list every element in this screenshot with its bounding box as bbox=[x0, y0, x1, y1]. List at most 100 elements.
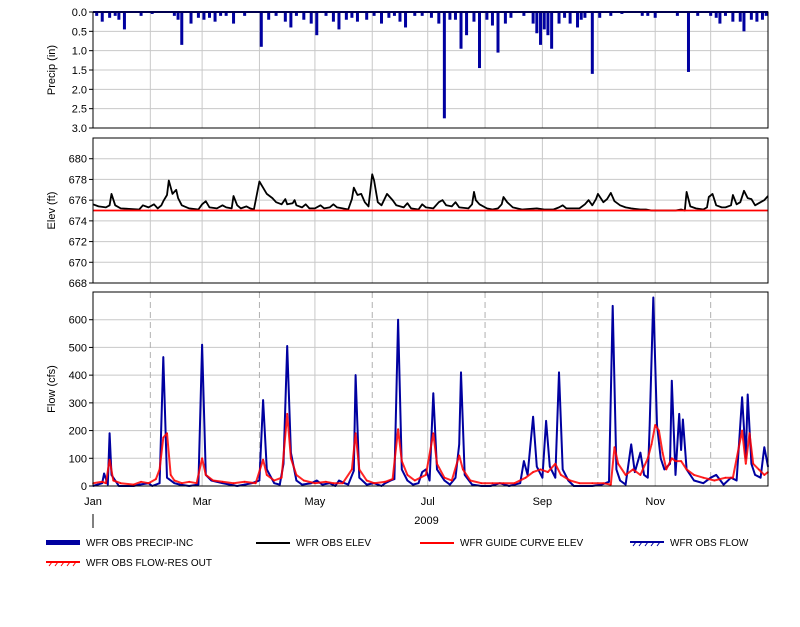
precip-series-0-bar bbox=[496, 12, 500, 53]
precip-series-0-bar bbox=[267, 12, 271, 20]
flow-series-1-point bbox=[578, 482, 581, 485]
flow-series-1-point bbox=[314, 482, 316, 485]
flow-series-0-point bbox=[652, 296, 655, 299]
flow-series-1-point bbox=[674, 460, 677, 462]
flow-series-0-point bbox=[273, 482, 276, 485]
flow-series-1-point bbox=[763, 474, 766, 476]
flow-series-1-point bbox=[671, 457, 673, 460]
flow-series-0-point bbox=[663, 468, 666, 471]
flow-series-0-point bbox=[354, 374, 357, 376]
flow-series-1-point bbox=[401, 460, 403, 462]
precip-series-0-bar bbox=[108, 12, 112, 18]
flow-series-1-point bbox=[101, 481, 103, 483]
flow-series-0-point bbox=[365, 483, 368, 486]
flow-series-0-point bbox=[432, 392, 435, 395]
flow-series-1-point bbox=[617, 463, 619, 465]
flow-series-1-point bbox=[451, 479, 453, 482]
precip-series-0-bar bbox=[590, 12, 594, 74]
precip-series-0-bar bbox=[413, 12, 417, 16]
flow-ytick-label: 600 bbox=[69, 315, 87, 327]
elev-ytick-label: 672 bbox=[69, 237, 87, 249]
flow-series-0-point bbox=[321, 483, 324, 486]
flow-series-0-point bbox=[549, 465, 551, 468]
precip-series-0-bar bbox=[259, 12, 263, 47]
flow-series-1-point bbox=[262, 458, 264, 461]
flow-series-0-point bbox=[678, 413, 680, 415]
precip-series-0-bar bbox=[478, 12, 482, 69]
elev-ytick-label: 670 bbox=[69, 257, 87, 269]
flow-series-1-point bbox=[162, 436, 165, 439]
flow-series-1-point bbox=[195, 482, 198, 485]
legend-swatch-precip-icon bbox=[46, 538, 80, 548]
legend-item-resout: WFR OBS FLOW-RES OUT bbox=[46, 556, 212, 570]
flow-series-1-point bbox=[188, 481, 190, 483]
flow-series-1-point bbox=[280, 476, 283, 479]
flow-series-0-point bbox=[659, 457, 662, 460]
elev-ytick-label: 678 bbox=[69, 174, 87, 186]
flow-series-0-point bbox=[158, 482, 161, 485]
flow-series-1-point bbox=[341, 482, 344, 485]
precip-series-0-bar bbox=[224, 12, 228, 16]
flow-series-0-point bbox=[735, 479, 738, 482]
flow-series-1-point bbox=[502, 482, 505, 485]
flow-series-0-point bbox=[619, 479, 621, 482]
flow-series-0-point bbox=[417, 482, 420, 485]
flow-series-0-point bbox=[262, 399, 264, 401]
flow-series-0-point bbox=[443, 479, 446, 482]
flow-series-0-point bbox=[674, 474, 677, 476]
precip-series-0-bar bbox=[117, 12, 121, 20]
flow-series-1-point bbox=[554, 463, 557, 465]
flow-series-1-point bbox=[351, 468, 353, 471]
flow-series-1-point bbox=[166, 432, 168, 435]
x-month-label: Jan bbox=[84, 496, 102, 508]
flow-series-0-point bbox=[523, 460, 525, 462]
precip-series-0-bar bbox=[646, 12, 650, 16]
elev-ytick-label: 676 bbox=[69, 195, 87, 207]
precip-ytick-label: 0.0 bbox=[72, 7, 87, 19]
x-month-label: May bbox=[305, 496, 326, 508]
flow-series-1-point bbox=[632, 468, 634, 471]
flow-series-0-point bbox=[421, 471, 424, 473]
legend: WFR OBS PRECIP-INC WFR OBS ELEV WFR GUID… bbox=[46, 536, 786, 576]
precip-series-0-bar bbox=[749, 12, 753, 20]
flow-series-1-point bbox=[406, 474, 409, 476]
elev-ytick-label: 680 bbox=[69, 154, 87, 166]
legend-label-precip: WFR OBS PRECIP-INC bbox=[86, 537, 194, 549]
precip-series-0-bar bbox=[437, 12, 441, 24]
flow-series-1-point bbox=[290, 457, 292, 460]
flow-ytick-label: 400 bbox=[69, 370, 87, 382]
flow-series-1-point bbox=[547, 471, 549, 473]
flow-series-1-point bbox=[560, 474, 562, 476]
flow-series-0-point bbox=[353, 470, 355, 472]
flow-series-1-point bbox=[243, 481, 246, 483]
flow-series-0-point bbox=[162, 356, 165, 358]
precip-series-0-bar bbox=[522, 12, 526, 16]
precip-series-0-bar bbox=[579, 12, 583, 20]
legend-swatch-elev-icon bbox=[256, 538, 290, 548]
precip-series-0-bar bbox=[208, 12, 212, 18]
flow-series-0-point bbox=[458, 443, 461, 446]
precip-series-0-bar bbox=[398, 12, 402, 22]
x-year-label: 2009 bbox=[414, 515, 438, 527]
legend-swatch-flow-icon bbox=[630, 538, 664, 548]
flow-series-0-point bbox=[741, 396, 743, 399]
precip-series-0-bar bbox=[535, 12, 539, 34]
time-axis: Jan Mar May Jul Sep Nov 2009 bbox=[84, 496, 665, 528]
precip-series-0-bar bbox=[472, 12, 476, 22]
precip-series-0-bar bbox=[315, 12, 319, 36]
flow-series-0-point bbox=[243, 483, 246, 486]
precip-series-0-bar bbox=[760, 12, 764, 20]
flow-series-1-point bbox=[680, 460, 682, 462]
precip-series-0-bar bbox=[172, 12, 176, 16]
precip-series-0-bar bbox=[100, 12, 104, 22]
flow-series-1-point bbox=[354, 432, 357, 435]
flow-series-0-point bbox=[397, 318, 399, 321]
precip-series-0-bar bbox=[180, 12, 184, 45]
flow-series-0-point bbox=[671, 379, 673, 382]
flow-series-0-point bbox=[648, 427, 651, 429]
flow-series-1-point bbox=[212, 479, 214, 482]
flow-series-1-point bbox=[462, 468, 464, 471]
precip-series-0-bar bbox=[453, 12, 457, 20]
precip-series-0-bar bbox=[344, 12, 348, 20]
flow-series-1-point bbox=[201, 457, 203, 460]
